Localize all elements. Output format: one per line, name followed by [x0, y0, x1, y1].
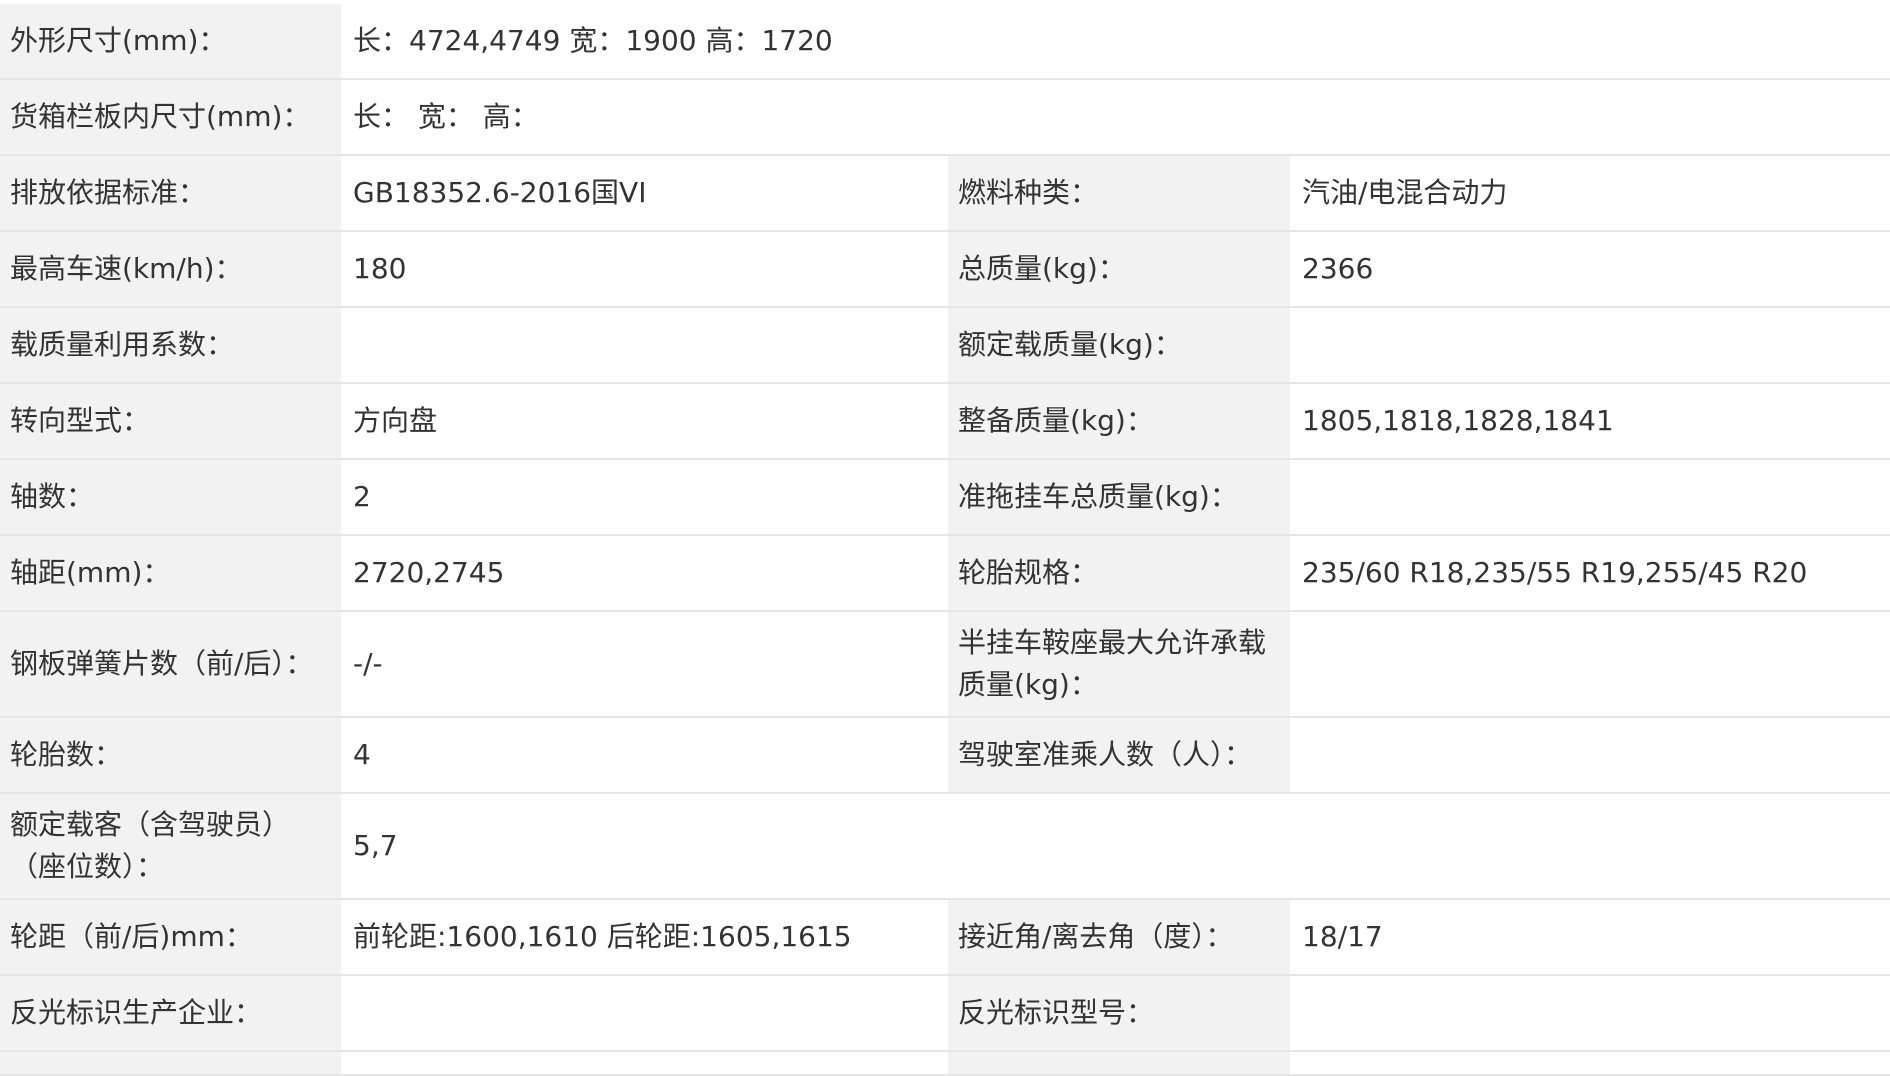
row-value: 长：4724,4749 宽：1900 高：1720 — [342, 4, 1890, 80]
row-value: 汽油/电混合动力 — [1291, 155, 1890, 232]
row-label: 反光标识型号： — [948, 975, 1292, 1052]
row-value: 18/17 — [1291, 899, 1890, 976]
row-label: 外形尺寸(mm)： — [0, 4, 343, 80]
table-row: 最高车速(km/h)： 180 总质量(kg)： 2366 — [0, 231, 1890, 308]
row-label: 轮距（前/后)mm： — [0, 899, 343, 976]
row-value: 2366 — [1291, 231, 1890, 308]
row-label: 反光标识生产企业： — [0, 975, 343, 1052]
row-label: 总质量(kg)： — [948, 231, 1292, 308]
row-label: 燃料种类： — [948, 155, 1292, 232]
table-row: 轴数： 2 准拖挂车总质量(kg)： — [0, 459, 1890, 536]
row-label: 轮胎数： — [0, 717, 343, 794]
row-label: 驾驶室准乘人数（人）： — [948, 717, 1292, 794]
table-row: 轮胎数： 4 驾驶室准乘人数（人）： — [0, 717, 1890, 794]
row-label: 载质量利用系数： — [0, 307, 343, 384]
row-value — [1291, 611, 1890, 718]
row-value: 1805,1818,1828,1841 — [1291, 383, 1890, 460]
row-label — [0, 1051, 343, 1076]
row-label: 最高车速(km/h)： — [0, 231, 343, 308]
table-row: 外形尺寸(mm)： 长：4724,4749 宽：1900 高：1720 — [0, 4, 1890, 80]
vehicle-spec-table: 外形尺寸(mm)： 长：4724,4749 宽：1900 高：1720 货箱栏板… — [0, 4, 1890, 1076]
table-row: 轴距(mm)： 2720,2745 轮胎规格： 235/60 R18,235/5… — [0, 535, 1890, 612]
row-label: 额定载质量(kg)： — [948, 307, 1292, 384]
table-row: 反光标识生产企业： 反光标识型号： — [0, 975, 1890, 1052]
table-row: 货箱栏板内尺寸(mm)： 长： 宽： 高： — [0, 79, 1890, 156]
row-value: 235/60 R18,235/55 R19,255/45 R20 — [1291, 535, 1890, 612]
row-value: 5,7 — [342, 793, 1890, 900]
row-value: 2 — [342, 459, 948, 536]
row-label: 货箱栏板内尺寸(mm)： — [0, 79, 343, 156]
row-value: 4 — [342, 717, 948, 794]
row-value: 180 — [342, 231, 948, 308]
table-row: 轮距（前/后)mm： 前轮距:1600,1610 后轮距:1605,1615 接… — [0, 899, 1890, 976]
row-value: -/- — [342, 611, 948, 718]
row-value — [342, 1051, 948, 1076]
row-value: 长： 宽： 高： — [342, 79, 1890, 156]
table-row: 排放依据标准： GB18352.6-2016国VI 燃料种类： 汽油/电混合动力 — [0, 155, 1890, 232]
row-label: 接近角/离去角（度）： — [948, 899, 1292, 976]
table-row: 载质量利用系数： 额定载质量(kg)： — [0, 307, 1890, 384]
row-label: 半挂车鞍座最大允许承载质量(kg)： — [948, 611, 1292, 718]
row-value: 方向盘 — [342, 383, 948, 460]
row-value — [1291, 975, 1890, 1052]
row-label: 整备质量(kg)： — [948, 383, 1292, 460]
row-label: 轮胎规格： — [948, 535, 1292, 612]
row-value — [1291, 459, 1890, 536]
table-row: 额定载客（含驾驶员）（座位数）： 5,7 — [0, 793, 1890, 900]
row-label: 排放依据标准： — [0, 155, 343, 232]
row-value: 2720,2745 — [342, 535, 948, 612]
row-label — [948, 1051, 1292, 1076]
row-label: 轴距(mm)： — [0, 535, 343, 612]
table-row: 转向型式： 方向盘 整备质量(kg)： 1805,1818,1828,1841 — [0, 383, 1890, 460]
row-value — [342, 975, 948, 1052]
row-label: 准拖挂车总质量(kg)： — [948, 459, 1292, 536]
row-value — [1291, 1051, 1890, 1076]
row-value: GB18352.6-2016国VI — [342, 155, 948, 232]
row-label: 额定载客（含驾驶员）（座位数）： — [0, 793, 343, 900]
row-label: 钢板弹簧片数（前/后）： — [0, 611, 343, 718]
row-label: 转向型式： — [0, 383, 343, 460]
row-value — [1291, 307, 1890, 384]
row-label: 轴数： — [0, 459, 343, 536]
row-value: 前轮距:1600,1610 后轮距:1605,1615 — [342, 899, 948, 976]
table-row — [0, 1051, 1890, 1076]
row-value — [342, 307, 948, 384]
table-row: 钢板弹簧片数（前/后）： -/- 半挂车鞍座最大允许承载质量(kg)： — [0, 611, 1890, 718]
row-value — [1291, 717, 1890, 794]
